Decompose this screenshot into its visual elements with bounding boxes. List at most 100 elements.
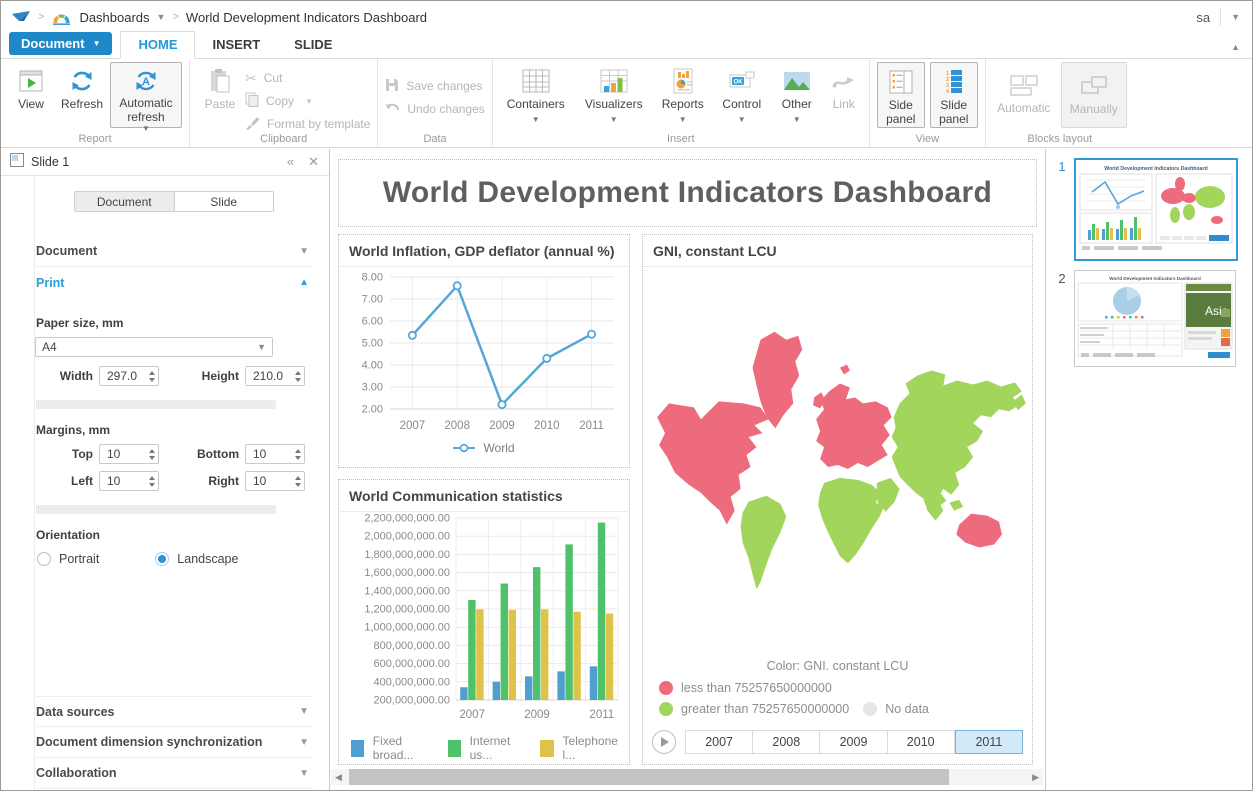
width-stepper[interactable]: 297.0 <box>99 366 159 386</box>
orientation-portrait-radio[interactable]: Portrait <box>37 552 99 566</box>
svg-text:6.00: 6.00 <box>362 316 383 328</box>
svg-text:2009: 2009 <box>524 709 550 721</box>
legend-label: greater than 75257650000000 <box>681 702 849 716</box>
margin-right-stepper[interactable]: 10 <box>245 471 305 491</box>
undo-changes-button[interactable]: Undo changes <box>385 99 484 119</box>
height-stepper[interactable]: 210.0 <box>245 366 305 386</box>
year-button-2008[interactable]: 2008 <box>753 730 820 754</box>
legend-label: No data <box>885 702 929 716</box>
legend-item[interactable]: Internet us... <box>438 734 530 762</box>
automatic-layout-button[interactable]: Automatic <box>993 62 1055 116</box>
slide-number: 2 <box>1056 270 1068 367</box>
undo-icon <box>385 101 400 117</box>
margin-left-stepper[interactable]: 10 <box>99 471 159 491</box>
width-label: Width <box>35 369 93 383</box>
app-logo-icon[interactable] <box>11 9 31 25</box>
cut-button[interactable]: ✂Cut <box>245 68 370 88</box>
reports-button[interactable]: Reports ▼ <box>656 62 710 124</box>
year-button-2007[interactable]: 2007 <box>685 730 753 754</box>
section-print[interactable]: Print▲ <box>36 267 313 298</box>
legend-item[interactable]: Fixed broad... <box>341 734 438 762</box>
svg-text:1,000,000,000.00: 1,000,000,000.00 <box>364 622 450 634</box>
view-button[interactable]: View <box>8 62 54 112</box>
svg-text:200,000,000.00: 200,000,000.00 <box>374 695 450 707</box>
control-icon: OK <box>728 67 756 95</box>
document-menu-button[interactable]: Document▼ <box>9 32 112 55</box>
collapse-ribbon-button[interactable]: ▲ <box>1231 42 1240 52</box>
slide-panel-toggle-button[interactable]: 1234 Slide panel <box>930 62 978 128</box>
containers-button[interactable]: Containers ▼ <box>500 62 572 124</box>
ribbon-group-clipboard: Paste ✂Cut Copy▼ Format by template Clip… <box>189 59 377 147</box>
map-region-japan <box>1012 394 1025 410</box>
user-menu[interactable]: sa <box>1196 10 1210 25</box>
horizontal-scrollbar[interactable]: ◀ ▶ <box>331 769 1043 785</box>
automatic-refresh-button[interactable]: A Automatic refresh ▼ <box>110 62 182 128</box>
manually-layout-button[interactable]: Manually <box>1061 62 1127 128</box>
svg-text:7.00: 7.00 <box>362 294 383 306</box>
line-chart: 2.003.004.005.006.007.008.00200720082009… <box>344 267 624 437</box>
map-region-south-america <box>740 496 786 589</box>
section-data-sources[interactable]: Data sources▼ <box>36 696 313 727</box>
inflation-line-chart-block[interactable]: World Inflation, GDP deflator (annual %)… <box>338 234 630 468</box>
slide-icon <box>10 153 24 172</box>
refresh-button[interactable]: Refresh <box>56 62 108 112</box>
margin-bottom-stepper[interactable]: 10 <box>245 444 305 464</box>
view-icon <box>18 67 44 95</box>
scroll-left-icon[interactable]: ◀ <box>335 772 342 783</box>
divider-strip <box>36 400 276 409</box>
section-document-dimension-synchronization[interactable]: Document dimension synchronization▼ <box>36 727 313 758</box>
tab-insert[interactable]: INSERT <box>195 32 277 58</box>
margin-top-stepper[interactable]: 10 <box>99 444 159 464</box>
side-panel-toggle-button[interactable]: Side panel <box>877 62 925 128</box>
gni-map-block[interactable]: GNI, constant LCU C <box>642 234 1033 765</box>
close-panel-icon[interactable]: ✕ <box>308 154 319 170</box>
svg-text:2011: 2011 <box>589 709 614 721</box>
communication-bar-chart-block[interactable]: World Communication statistics 200,000,0… <box>338 479 630 765</box>
year-button-2011[interactable]: 2011 <box>955 730 1023 754</box>
slide-1-thumbnail[interactable]: World Development Indicators Dashboard <box>1074 158 1238 261</box>
year-button-2010[interactable]: 2010 <box>888 730 955 754</box>
play-button[interactable] <box>652 730 676 754</box>
group-label-view: View <box>870 133 985 145</box>
section-document[interactable]: Document▼ <box>36 236 313 267</box>
scroll-right-icon[interactable]: ▶ <box>1032 772 1039 783</box>
section-collaboration[interactable]: Collaboration▼ <box>36 758 313 789</box>
svg-text:2.00: 2.00 <box>362 404 383 416</box>
group-label-insert: Insert <box>493 133 869 145</box>
svg-text:5.00: 5.00 <box>362 338 383 350</box>
side-panel: Slide 1 « ✕ Document Slide Document▼ Pri… <box>1 149 330 790</box>
reports-icon <box>671 67 695 95</box>
dashboard-title-block[interactable]: World Development Indicators Dashboard <box>338 159 1037 227</box>
world-choropleth-map[interactable] <box>649 298 1027 620</box>
copy-button[interactable]: Copy▼ <box>245 91 370 111</box>
year-button-2009[interactable]: 2009 <box>820 730 887 754</box>
paper-size-select[interactable]: A4▼ <box>35 337 273 357</box>
tab-slide[interactable]: SLIDE <box>277 32 349 58</box>
scrollbar-thumb[interactable] <box>349 769 949 785</box>
tab-home[interactable]: HOME <box>120 31 195 59</box>
user-menu-caret-icon[interactable]: ▼ <box>1231 12 1240 22</box>
switch-document[interactable]: Document <box>75 192 175 211</box>
breadcrumb-dashboards[interactable]: Dashboards <box>79 10 149 25</box>
breadcrumb-dashboards-caret-icon[interactable]: ▼ <box>157 12 166 22</box>
legend-swatch-icon <box>351 740 364 757</box>
collapse-panel-icon[interactable]: « <box>287 154 294 170</box>
visualizers-button[interactable]: Visualizers ▼ <box>578 62 650 124</box>
switch-slide[interactable]: Slide <box>175 192 274 211</box>
slide-item-1: 1 World Development Indicators Dashboard <box>1046 158 1252 270</box>
link-button[interactable]: Link <box>826 62 862 112</box>
legend-item[interactable]: Telephone l... <box>530 734 631 762</box>
chevron-down-icon: ▼ <box>299 246 309 257</box>
save-changes-button[interactable]: Save changes <box>385 76 484 96</box>
breadcrumb-current-dashboard: World Development Indicators Dashboard <box>186 10 427 25</box>
legend-swatch-icon <box>540 740 554 757</box>
paste-button[interactable]: Paste <box>197 62 243 112</box>
control-button[interactable]: OK Control ▼ <box>716 62 768 124</box>
cut-icon: ✂ <box>245 70 257 87</box>
other-button[interactable]: Other ▼ <box>774 62 820 124</box>
format-by-template-button[interactable]: Format by template <box>245 114 370 134</box>
orientation-landscape-radio[interactable]: Landscape <box>155 552 238 566</box>
margin-right-label: Right <box>165 474 239 488</box>
ribbon-group-data: Save changes Undo changes Data <box>377 59 491 147</box>
slide-2-thumbnail[interactable]: World Development Indicators Dashboard A… <box>1074 270 1236 367</box>
